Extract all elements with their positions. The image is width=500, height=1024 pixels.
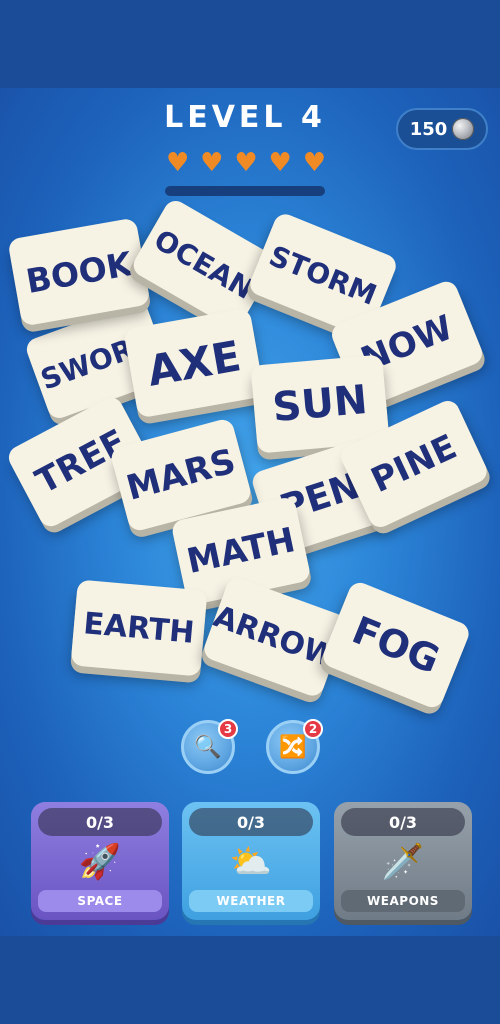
word-tile-earth[interactable]: EARTH — [70, 579, 208, 677]
category-count: 0/3 — [189, 808, 313, 836]
level-progress-bar — [165, 186, 325, 196]
category-card-weapons[interactable]: 0/3 🗡️ WEAPONS — [334, 802, 472, 920]
shuffle-icon: 🔀 — [279, 734, 307, 760]
coin-count: 150 — [409, 118, 448, 140]
heart-icon: ♥ — [268, 148, 292, 178]
game-screen: LEVEL 4 150 ♥ ♥ ♥ ♥ ♥ SWORD BOOK OCEAN S… — [0, 0, 500, 1024]
category-label: WEATHER — [189, 890, 313, 912]
dagger-icon: 🗡️ — [381, 842, 425, 882]
magnifier-icon: 🔍 — [194, 734, 222, 760]
search-hint-button[interactable]: 🔍 3 — [181, 719, 238, 774]
heart-icon: ♥ — [166, 148, 190, 178]
category-card-weather[interactable]: 0/3 ⛅ WEATHER — [182, 802, 320, 920]
search-count-badge: 3 — [218, 719, 238, 739]
category-label: WEAPONS — [341, 890, 465, 912]
lives-hearts: ♥ ♥ ♥ ♥ ♥ — [166, 150, 326, 178]
sun-cloud-icon: ⛅ — [229, 842, 273, 882]
category-count: 0/3 — [341, 808, 465, 836]
shuffle-button[interactable]: 🔀 2 — [266, 719, 323, 774]
heart-icon: ♥ — [234, 148, 258, 178]
level-title: LEVEL 4 — [164, 100, 326, 135]
rocket-icon: 🚀 — [78, 842, 122, 882]
coin-counter[interactable]: 150 — [396, 108, 488, 150]
heart-icon: ♥ — [302, 148, 326, 178]
shuffle-count-badge: 2 — [303, 719, 323, 739]
bottom-area — [0, 936, 500, 1024]
category-label: SPACE — [38, 890, 162, 912]
heart-icon: ♥ — [200, 148, 224, 178]
category-count: 0/3 — [38, 808, 162, 836]
top-status-area — [0, 0, 500, 88]
category-card-space[interactable]: 0/3 🚀 SPACE — [31, 802, 169, 920]
silver-coin-icon — [452, 118, 475, 140]
